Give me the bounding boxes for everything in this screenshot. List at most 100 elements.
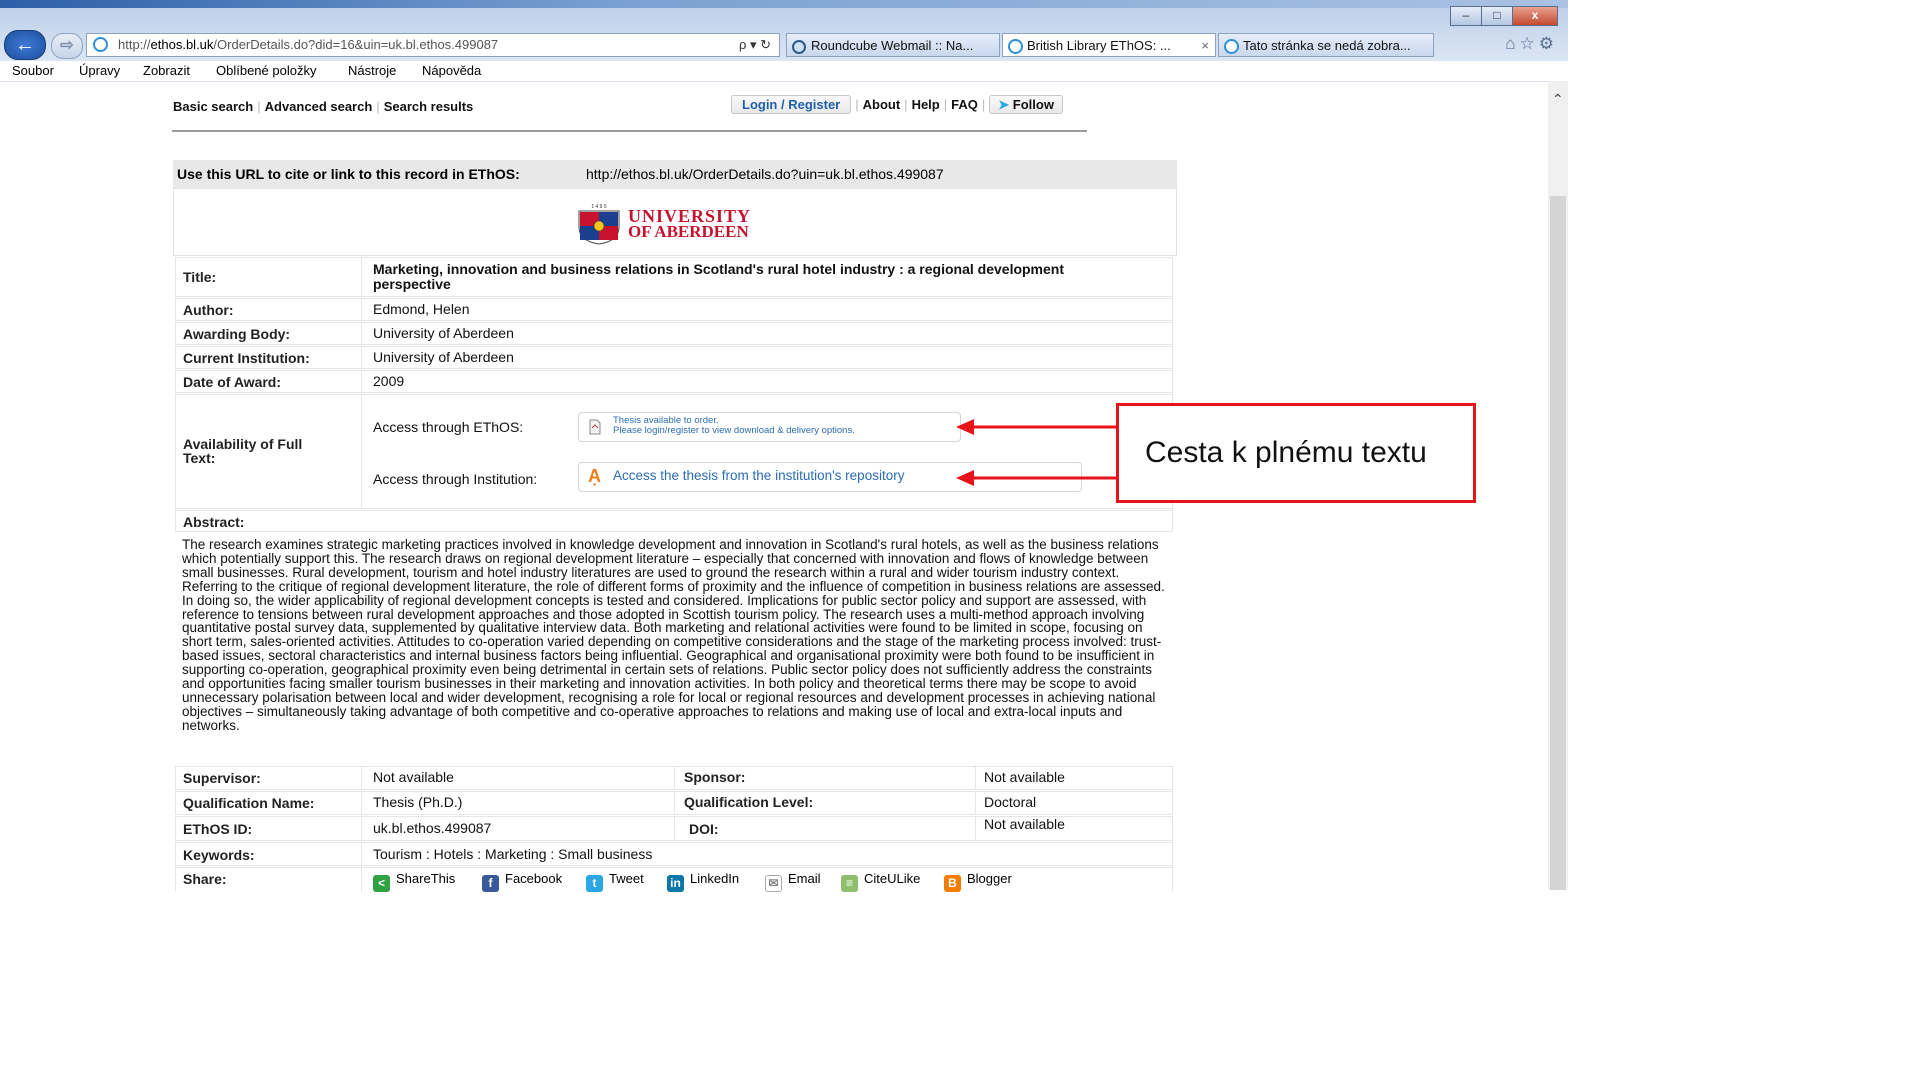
menu-view[interactable]: Zobrazit bbox=[143, 63, 190, 78]
sponsor-value: Not available bbox=[984, 769, 1065, 785]
qualification-level-value: Doctoral bbox=[984, 794, 1037, 810]
citeulike-icon: ≡ bbox=[841, 875, 858, 892]
author-label: Author: bbox=[183, 302, 234, 318]
awarding-body-value: University of Aberdeen bbox=[373, 325, 514, 341]
menu-file[interactable]: Soubor bbox=[12, 63, 54, 78]
date-label: Date of Award: bbox=[183, 374, 282, 390]
address-bar[interactable]: http://ethos.bl.uk/OrderDetails.do?did=1… bbox=[86, 33, 780, 57]
menu-edit[interactable]: Úpravy bbox=[79, 63, 120, 78]
page-content: Basic search | Advanced search | Search resu… bbox=[0, 81, 1548, 892]
follow-button[interactable]: ➤ Follow bbox=[989, 95, 1063, 114]
supervisor-value: Not available bbox=[373, 769, 454, 785]
date-row: Date of Award: 2009 bbox=[175, 370, 1173, 393]
forward-arrow-icon: ⇨ bbox=[60, 37, 74, 54]
address-tools[interactable]: ρ ▾ ↻ bbox=[739, 34, 771, 56]
email-icon: ✉ bbox=[765, 875, 782, 892]
tab-roundcube[interactable]: Roundcube Webmail :: Na... bbox=[786, 33, 1000, 57]
nav-basic-search[interactable]: Basic search bbox=[173, 99, 253, 114]
tab-british-library[interactable]: British Library EThOS: ... × bbox=[1002, 33, 1216, 57]
close-tab-icon[interactable]: × bbox=[1201, 34, 1209, 56]
thesis-title: Marketing, innovation and business relat… bbox=[373, 261, 1065, 292]
author-value: Edmond, Helen bbox=[373, 301, 470, 317]
window-controls: – □ x bbox=[1450, 6, 1558, 26]
scroll-up-icon[interactable]: ⌃ bbox=[1552, 91, 1564, 108]
ethos-order-box[interactable]: Thesis available to order. Please login/r… bbox=[578, 412, 961, 442]
access-institution-label: Access through Institution: bbox=[373, 471, 538, 487]
institution-label: Current Institution: bbox=[183, 350, 310, 366]
institution-value: University of Aberdeen bbox=[373, 349, 514, 365]
ie-icon bbox=[1224, 38, 1239, 56]
ethos-id-label: EThOS ID: bbox=[183, 821, 253, 837]
supervisor-row: Supervisor: Not available Sponsor: Not a… bbox=[175, 766, 1173, 790]
share-row: Share: < ShareThis f Facebook t Tweet in Lin… bbox=[175, 867, 1173, 892]
address-url[interactable]: http://ethos.bl.uk/OrderDetails.do?did=1… bbox=[118, 34, 498, 56]
awarding-body-row: Awarding Body: University of Aberdeen bbox=[175, 322, 1173, 345]
share-blogger[interactable]: B Blogger bbox=[944, 871, 1012, 892]
ethos-id-value: uk.bl.ethos.499087 bbox=[373, 820, 492, 836]
back-arrow-icon: ← bbox=[15, 34, 35, 56]
minimize-button[interactable]: – bbox=[1450, 6, 1482, 26]
cite-url[interactable]: http://ethos.bl.uk/OrderDetails.do?uin=u… bbox=[586, 160, 944, 188]
menu-help[interactable]: Nápověda bbox=[422, 63, 481, 78]
share-email[interactable]: ✉ Email bbox=[765, 871, 821, 892]
cite-label: Use this URL to cite or link to this rec… bbox=[177, 166, 520, 182]
blogger-icon: B bbox=[944, 875, 961, 892]
forward-button[interactable]: ⇨ bbox=[51, 33, 83, 59]
share-facebook[interactable]: f Facebook bbox=[482, 871, 562, 892]
back-button[interactable]: ← bbox=[4, 30, 46, 60]
access-ethos-label: Access through EThOS: bbox=[373, 419, 524, 435]
share-linkedin[interactable]: in LinkedIn bbox=[667, 871, 739, 892]
tab-error-page[interactable]: Tato stránka se nedá zobra... bbox=[1218, 33, 1434, 57]
qualification-name-value: Thesis (Ph.D.) bbox=[373, 794, 463, 810]
scroll-thumb[interactable] bbox=[1550, 196, 1566, 890]
ie-icon bbox=[1008, 38, 1023, 56]
nav-help[interactable]: Help bbox=[912, 97, 940, 112]
twitter-bird-icon: ➤ bbox=[998, 97, 1010, 112]
cite-url-bar: Use this URL to cite or link to this rec… bbox=[173, 160, 1177, 188]
date-value: 2009 bbox=[373, 373, 405, 389]
login-register-button[interactable]: Login / Register bbox=[731, 95, 852, 114]
roundcube-icon bbox=[792, 38, 806, 56]
qualification-name-label: Qualification Name: bbox=[183, 795, 315, 811]
share-label: Share: bbox=[183, 871, 227, 887]
annotation-callout: Cesta k plnému textu bbox=[1116, 403, 1476, 503]
nav-search-results[interactable]: Search results bbox=[384, 99, 474, 114]
maximize-button[interactable]: □ bbox=[1481, 6, 1513, 26]
open-access-icon: Ạ bbox=[588, 466, 601, 486]
title-label: Title: bbox=[183, 269, 217, 285]
home-favorites-settings-icons[interactable]: ⌂☆⚙ bbox=[1505, 34, 1558, 54]
share-sharethis[interactable]: < ShareThis bbox=[373, 871, 455, 892]
title-bar bbox=[0, 0, 1568, 8]
ethos-order-text[interactable]: Thesis available to order. Please login/r… bbox=[613, 416, 855, 436]
keywords-value: Tourism : Hotels : Marketing : Small bus… bbox=[373, 846, 653, 862]
menu-favorites[interactable]: Oblíbené položky bbox=[216, 63, 316, 78]
keywords-row: Keywords: Tourism : Hotels : Marketing :… bbox=[175, 842, 1173, 866]
doi-value: Not available bbox=[984, 816, 1065, 832]
title-row: Title: Marketing, innovation and busines… bbox=[175, 257, 1173, 297]
abstract-label: Abstract: bbox=[183, 514, 245, 530]
nav-advanced-search[interactable]: Advanced search bbox=[265, 99, 373, 114]
nav-about[interactable]: About bbox=[863, 97, 901, 112]
institution-row: Current Institution: University of Aberd… bbox=[175, 346, 1173, 369]
university-name: UNIVERSITY OF ABERDEEN bbox=[628, 206, 752, 241]
share-citeulike[interactable]: ≡ CiteULike bbox=[841, 871, 920, 892]
author-row: Author: Edmond, Helen bbox=[175, 298, 1173, 321]
ethos-id-row: EThOS ID: uk.bl.ethos.499087 DOI: Not av… bbox=[175, 816, 1173, 841]
ie-icon bbox=[93, 37, 108, 59]
close-window-button[interactable]: x bbox=[1512, 6, 1558, 26]
aberdeen-crest-icon: 1 4 9 5 bbox=[578, 204, 620, 245]
availability-label: Availability of Full Text: bbox=[183, 436, 303, 466]
svg-text:1 4 9 5: 1 4 9 5 bbox=[591, 204, 607, 210]
keywords-label: Keywords: bbox=[183, 847, 255, 863]
abstract-header-row: Abstract: bbox=[175, 510, 1173, 532]
nav-faq[interactable]: FAQ bbox=[951, 97, 978, 112]
document-icon bbox=[589, 419, 601, 435]
vertical-scrollbar[interactable]: ⌃ bbox=[1548, 81, 1568, 890]
menu-tools[interactable]: Nástroje bbox=[348, 63, 396, 78]
share-tweet[interactable]: t Tweet bbox=[586, 871, 644, 892]
institution-repository-link[interactable]: Access the thesis from the institution's… bbox=[613, 468, 904, 483]
browser-chrome: – □ x ← ⇨ http://ethos.bl.uk/OrderDetail… bbox=[0, 0, 1568, 61]
nav-divider bbox=[172, 130, 1087, 132]
facebook-icon: f bbox=[482, 875, 499, 892]
awarding-body-label: Awarding Body: bbox=[183, 326, 291, 342]
